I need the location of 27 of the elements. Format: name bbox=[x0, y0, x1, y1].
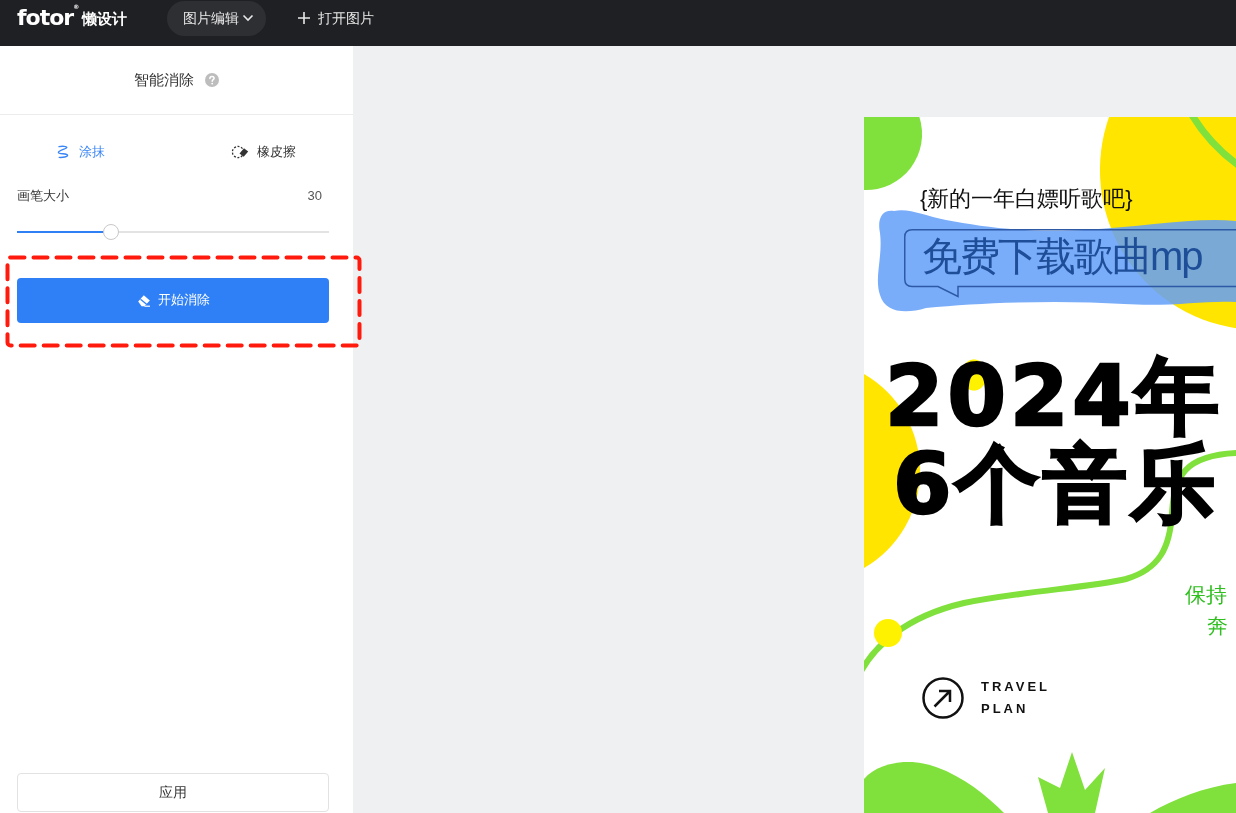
brand-text: PLAN bbox=[981, 701, 1029, 717]
dot-decoration bbox=[874, 619, 902, 647]
tool-tab[interactable]: 涂抹 bbox=[55, 142, 105, 162]
logo-subtitle[interactable]: 懒设计 bbox=[82, 10, 128, 26]
tool-tab[interactable]: 橡皮擦 bbox=[231, 142, 296, 162]
help-icon[interactable] bbox=[205, 73, 219, 87]
brush-size-value: 30 bbox=[307, 187, 322, 205]
edit-menu-button[interactable]: 图片编辑 bbox=[167, 0, 267, 36]
start-erase-button[interactable]: 开始消除 bbox=[17, 277, 329, 323]
tagline-text: {新的一年白嫖听歌吧} bbox=[920, 186, 1133, 212]
chevron-down-icon bbox=[242, 14, 255, 22]
crown-decoration bbox=[1038, 752, 1105, 813]
apply-button[interactable]: 应用 bbox=[17, 773, 329, 812]
eraser-icon bbox=[231, 145, 249, 159]
subtitle-text: 奔 bbox=[1207, 614, 1228, 639]
open-image-button[interactable]: 打开图片 bbox=[298, 7, 375, 29]
panel-title: 智能消除 bbox=[134, 69, 194, 90]
brand-text: TRAVEL bbox=[981, 679, 1051, 695]
arc-line bbox=[1189, 117, 1236, 168]
eraser-icon bbox=[136, 293, 151, 307]
arrow-circle-icon bbox=[922, 677, 964, 719]
plus-icon bbox=[298, 12, 311, 24]
squiggle-icon bbox=[55, 144, 71, 160]
slider-thumb[interactable] bbox=[102, 223, 119, 240]
banner-text: 免费下载歌曲mp bbox=[922, 233, 1202, 279]
brush-size-label: 画笔大小 bbox=[17, 187, 69, 205]
subtitle-text: 保持 bbox=[1185, 583, 1227, 608]
